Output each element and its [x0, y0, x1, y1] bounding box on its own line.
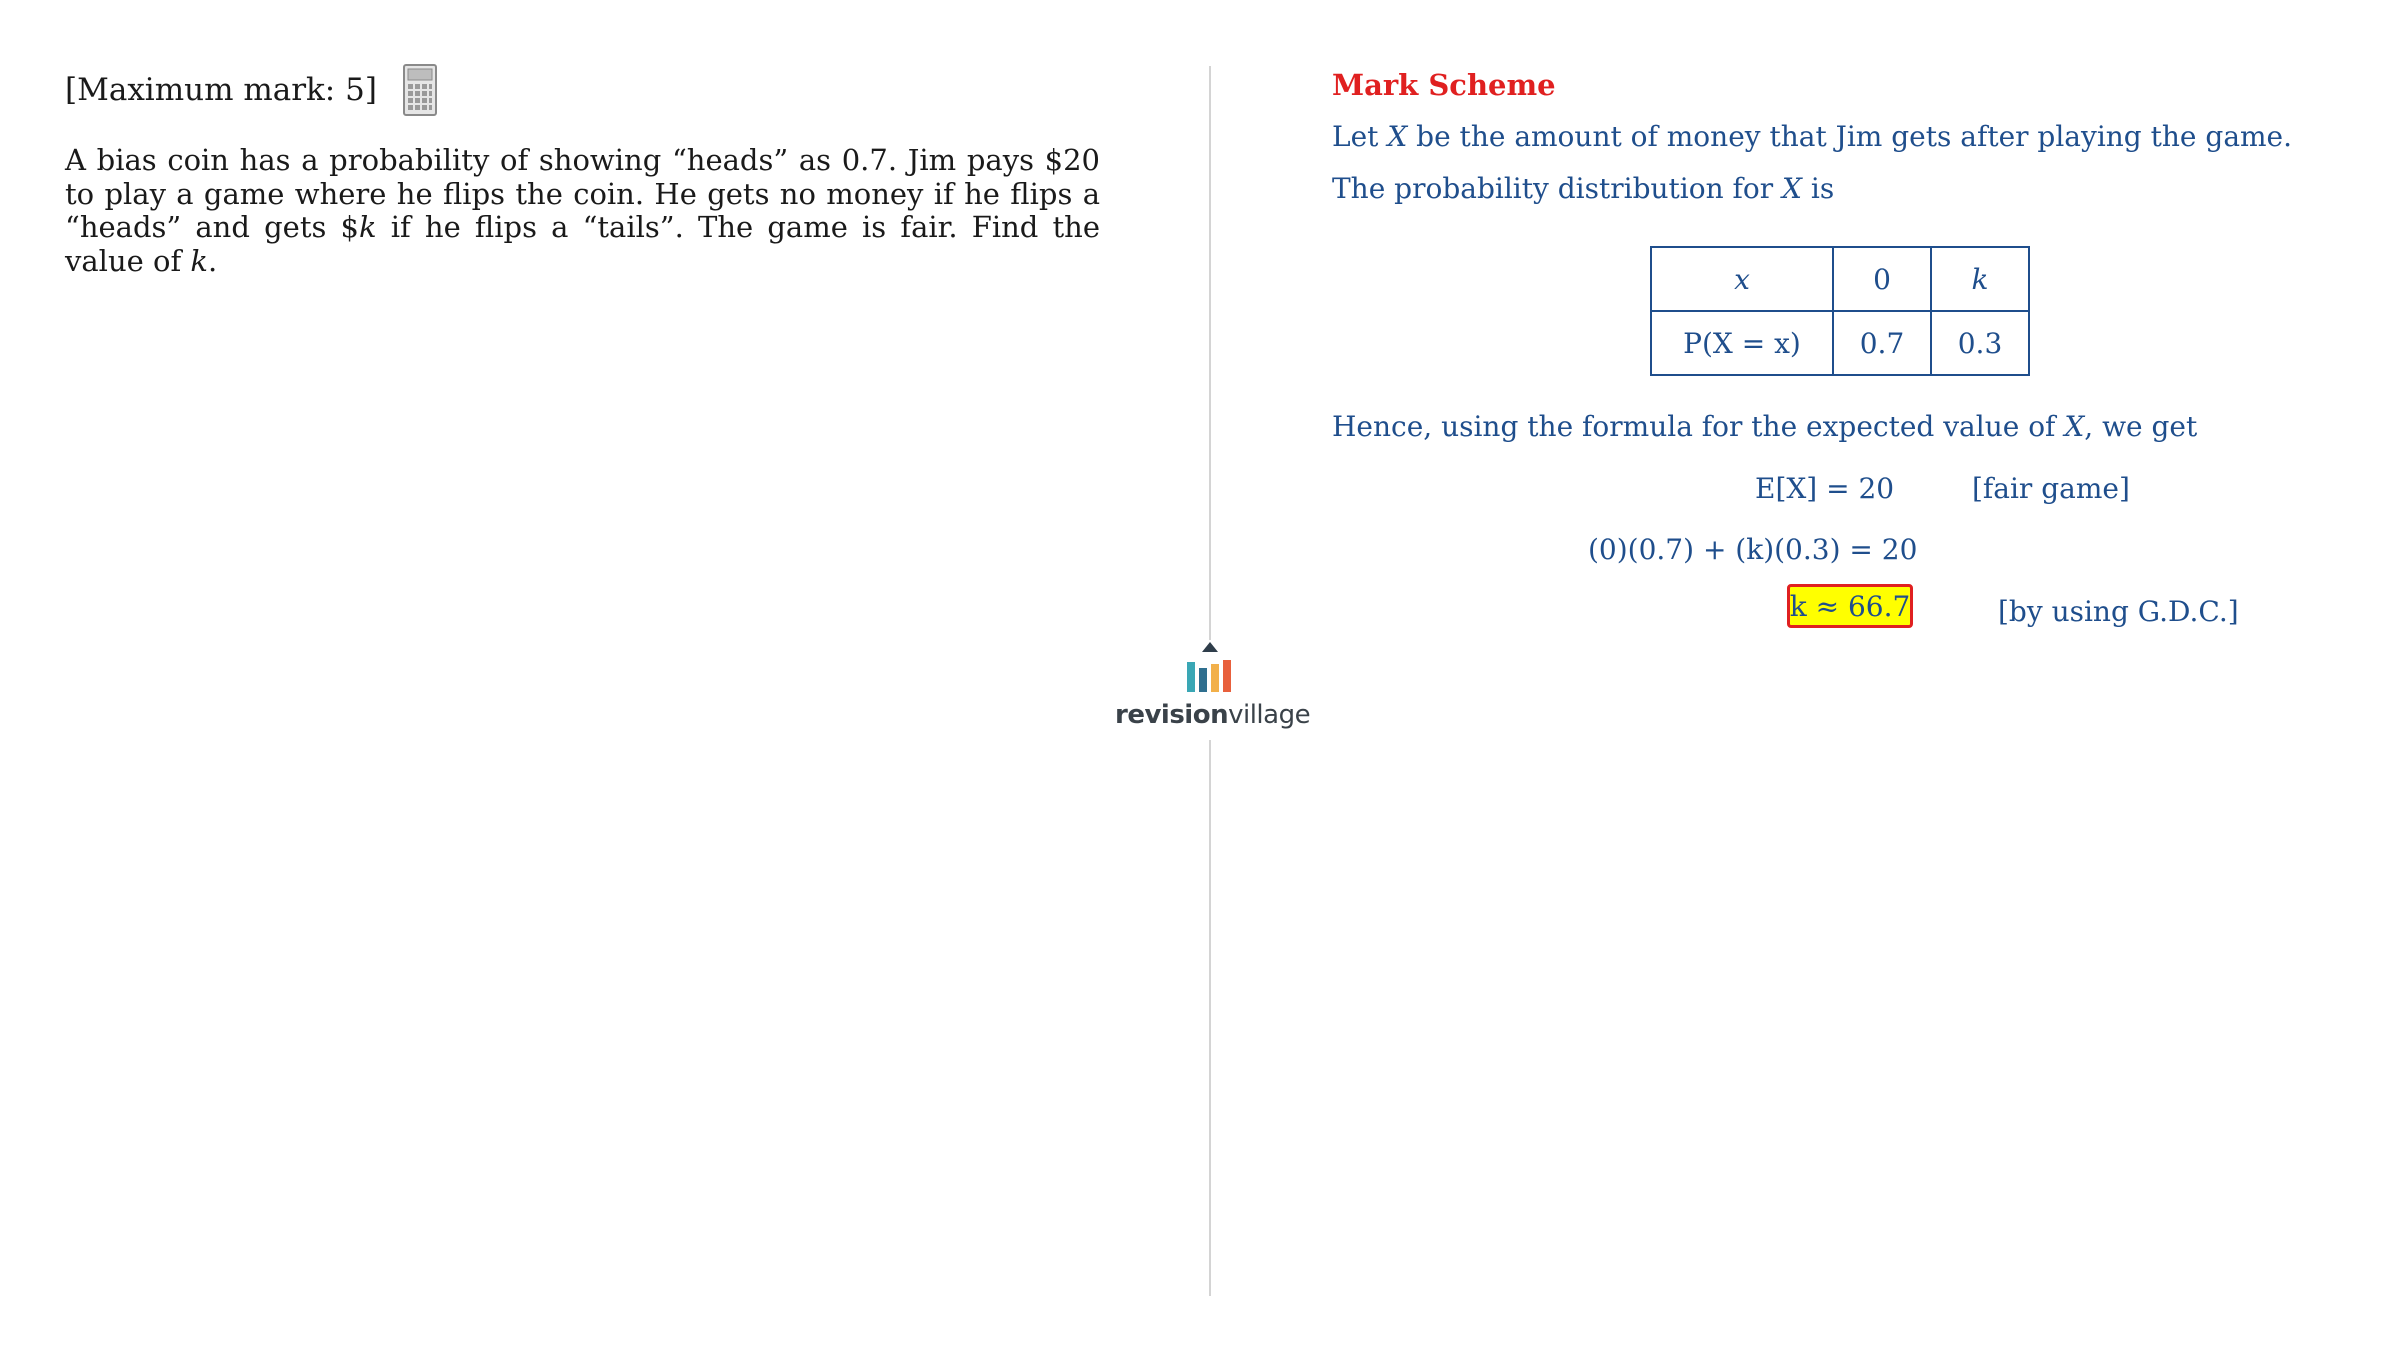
calculator-icon — [402, 64, 437, 116]
table-cell: 0 — [1832, 246, 1932, 312]
table-cell: P(X = x) — [1650, 310, 1834, 376]
scheme-line-1: Let X be the amount of money that Jim ge… — [1332, 120, 2293, 153]
logo-text: revisionvillage — [1115, 700, 1311, 730]
logo-mark-icon — [1187, 642, 1231, 692]
table-cell: k — [1930, 246, 2030, 312]
mark-scheme-title: Mark Scheme — [1332, 68, 1556, 102]
equation-expanded: (0)(0.7) + (k)(0.3) = 20 — [1588, 533, 1918, 566]
gdc-note: [by using G.D.C.] — [1998, 595, 2239, 628]
probability-distribution-table: x 0 k P(X = x) 0.7 0.3 — [1650, 246, 2030, 376]
table-cell: 0.7 — [1832, 310, 1932, 376]
fair-game-note: [fair game] — [1972, 472, 2130, 505]
question-section: [Maximum mark: 5] A bias coin has a prob… — [65, 64, 1105, 279]
question-text: A bias coin has a probability of showing… — [65, 143, 1100, 278]
table-row: x 0 k — [1650, 246, 2030, 312]
revisionvillage-logo: revisionvillage — [1115, 640, 1311, 740]
table-cell: x — [1650, 246, 1834, 312]
max-mark-row: [Maximum mark: 5] — [65, 64, 1105, 116]
table-cell: 0.3 — [1930, 310, 2030, 376]
page: [Maximum mark: 5] A bias coin has a prob… — [0, 0, 2400, 1350]
max-mark: [Maximum mark: 5] — [65, 72, 377, 108]
scheme-line-3: Hence, using the formula for the expecte… — [1332, 410, 2198, 443]
equation-expected-value: E[X] = 20 — [1755, 472, 1895, 505]
scheme-line-2: The probability distribution for X is — [1332, 172, 1835, 205]
answer-highlight-box: k ≈ 66.7 — [1787, 584, 1913, 628]
table-row: P(X = x) 0.7 0.3 — [1650, 310, 2030, 376]
answer-value: k ≈ 66.7 — [1789, 589, 1911, 623]
